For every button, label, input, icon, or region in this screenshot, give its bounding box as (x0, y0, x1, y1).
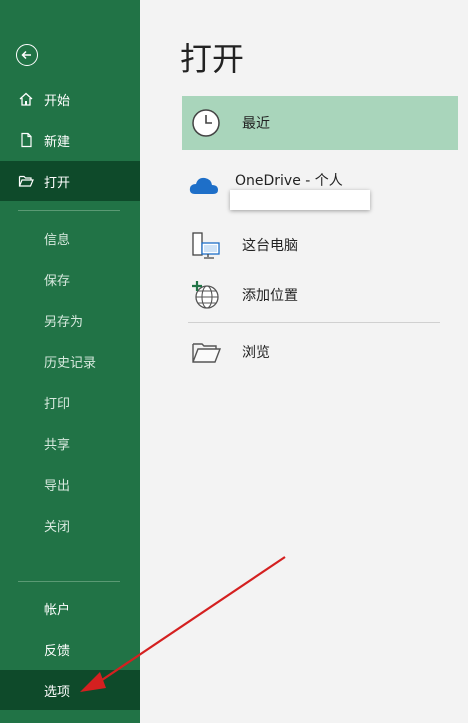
sidebar-divider (18, 581, 120, 582)
main-panel: 打开 最近 OneDrive - 个人 这台电脑 添加位置 浏览 (140, 0, 468, 723)
location-onedrive[interactable]: OneDrive - 个人 (182, 162, 458, 218)
sidebar-item-save[interactable]: 保存 (0, 259, 140, 299)
sidebar-item-label: 共享 (44, 437, 71, 453)
sidebar-item-label: 导出 (44, 478, 71, 494)
sidebar-divider (18, 210, 120, 211)
new-document-icon (18, 132, 34, 148)
home-icon (18, 91, 34, 107)
sidebar-item-label: 新建 (44, 134, 71, 150)
computer-icon (188, 227, 224, 263)
location-label: 这台电脑 (242, 238, 298, 254)
sidebar-item-label: 另存为 (44, 314, 84, 330)
sidebar-item-home[interactable]: 开始 (0, 79, 140, 119)
sidebar-item-label: 保存 (44, 273, 71, 289)
location-label: 最近 (242, 116, 270, 132)
sidebar-item-open[interactable]: 打开 (0, 161, 140, 201)
sidebar-item-history[interactable]: 历史记录 (0, 341, 140, 381)
globe-plus-icon (188, 277, 224, 313)
location-this-pc[interactable]: 这台电脑 (182, 218, 458, 272)
redacted-account-field (230, 190, 370, 210)
locations-divider (188, 322, 440, 323)
sidebar-item-label: 信息 (44, 232, 71, 248)
sidebar: 开始 新建 打开 信息 保存 另存为 历史记录 打印 共享 导出 关闭 帐户 反… (0, 0, 140, 723)
sidebar-item-options[interactable]: 选项 (0, 670, 140, 710)
sidebar-item-save-as[interactable]: 另存为 (0, 300, 140, 340)
location-label: 浏览 (242, 345, 270, 361)
location-add-place[interactable]: 添加位置 (182, 268, 458, 322)
sidebar-item-label: 历史记录 (44, 355, 97, 371)
back-arrow-icon[interactable] (16, 44, 38, 66)
location-label: 添加位置 (242, 288, 298, 304)
sidebar-item-feedback[interactable]: 反馈 (0, 629, 140, 669)
sidebar-item-print[interactable]: 打印 (0, 382, 140, 422)
sidebar-item-info[interactable]: 信息 (0, 218, 140, 258)
sidebar-item-new[interactable]: 新建 (0, 120, 140, 160)
page-title: 打开 (180, 40, 245, 78)
sidebar-item-label: 打印 (44, 396, 71, 412)
sidebar-item-label: 帐户 (44, 602, 71, 618)
clock-icon (188, 105, 224, 141)
open-folder-icon (18, 173, 34, 189)
sidebar-item-label: 关闭 (44, 519, 71, 535)
sidebar-item-label: 开始 (44, 93, 71, 109)
sidebar-item-label: 反馈 (44, 643, 71, 659)
sidebar-item-label: 选项 (44, 684, 71, 700)
location-recent[interactable]: 最近 (182, 96, 458, 150)
location-label: OneDrive - 个人 (235, 173, 343, 189)
cloud-icon (188, 174, 220, 202)
location-browse[interactable]: 浏览 (182, 325, 458, 379)
sidebar-item-account[interactable]: 帐户 (0, 588, 140, 628)
sidebar-item-close[interactable]: 关闭 (0, 505, 140, 545)
sidebar-item-label: 打开 (44, 175, 71, 191)
sidebar-item-export[interactable]: 导出 (0, 464, 140, 504)
sidebar-item-share[interactable]: 共享 (0, 423, 140, 463)
folder-icon (188, 334, 224, 370)
